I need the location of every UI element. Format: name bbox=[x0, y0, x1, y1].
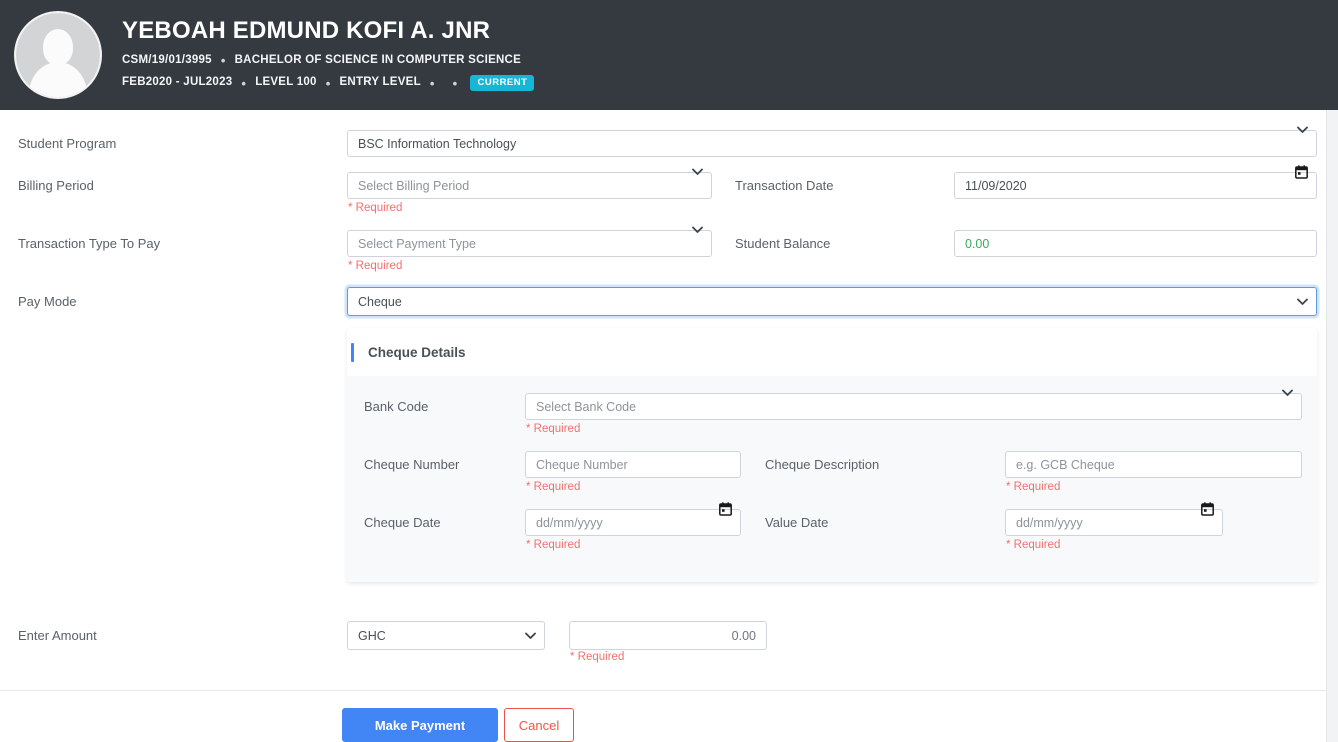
payment-page: YEBOAH EDMUND KOFI A. JNR CSM/19/01/3995… bbox=[0, 0, 1338, 742]
avatar bbox=[14, 11, 102, 99]
form-divider bbox=[0, 690, 1326, 691]
student-entry-level: ENTRY LEVEL bbox=[339, 76, 421, 89]
bank-code-label: Bank Code bbox=[364, 399, 429, 414]
student-program-label: Student Program bbox=[18, 136, 117, 151]
cheque-details-header: Cheque Details bbox=[347, 328, 1317, 376]
value-date-required-text: * Required bbox=[1006, 539, 1061, 551]
student-balance-input[interactable]: 0.00 bbox=[954, 230, 1317, 257]
amount-required-text: * Required bbox=[570, 651, 625, 663]
payment-form: Student Program BSC Information Technolo… bbox=[0, 110, 1326, 742]
bank-code-select[interactable]: Select Bank Code bbox=[525, 393, 1302, 420]
student-level: LEVEL 100 bbox=[255, 76, 317, 89]
bullet-separator-icon: • bbox=[429, 75, 435, 91]
transaction-type-select[interactable]: Select Payment Type bbox=[347, 230, 712, 257]
accent-bar bbox=[351, 342, 354, 362]
cheque-date-input[interactable]: dd/mm/yyyy bbox=[525, 509, 741, 536]
pay-mode-select[interactable]: Cheque bbox=[347, 287, 1317, 316]
cheque-details-card: Cheque Details Bank Code Select Bank Cod… bbox=[347, 328, 1317, 582]
currency-select[interactable]: GHC bbox=[347, 621, 545, 650]
billing-period-required-text: * Required bbox=[348, 202, 403, 214]
transaction-type-required-text: * Required bbox=[348, 260, 403, 272]
cheque-number-required-text: * Required bbox=[526, 481, 581, 493]
cheque-number-label: Cheque Number bbox=[364, 457, 460, 472]
value-date-input[interactable]: dd/mm/yyyy bbox=[1005, 509, 1223, 536]
bullet-separator-icon: • bbox=[452, 75, 458, 91]
cheque-details-title: Cheque Details bbox=[368, 344, 466, 360]
value-date-label: Value Date bbox=[765, 515, 829, 530]
enter-amount-label: Enter Amount bbox=[18, 628, 97, 643]
pay-mode-label: Pay Mode bbox=[18, 294, 77, 309]
student-meta-line-2: FEB2020 - JUL2023 • LEVEL 100 • ENTRY LE… bbox=[122, 75, 535, 91]
student-balance-label: Student Balance bbox=[735, 236, 831, 251]
student-profile-header: YEBOAH EDMUND KOFI A. JNR CSM/19/01/3995… bbox=[0, 0, 1338, 110]
cheque-description-input[interactable]: e.g. GCB Cheque bbox=[1005, 451, 1302, 478]
bullet-separator-icon: • bbox=[241, 75, 247, 91]
billing-period-select[interactable]: Select Billing Period bbox=[347, 172, 712, 199]
avatar-head-shape bbox=[43, 29, 73, 65]
status-badge: CURRENT bbox=[470, 75, 535, 91]
amount-input[interactable]: 0.00 bbox=[569, 621, 767, 650]
billing-period-label: Billing Period bbox=[18, 178, 94, 193]
cheque-description-label: Cheque Description bbox=[765, 457, 880, 472]
bullet-separator-icon: • bbox=[220, 53, 226, 69]
cheque-description-required-text: * Required bbox=[1006, 481, 1061, 493]
cheque-date-required-text: * Required bbox=[526, 539, 581, 551]
transaction-type-label: Transaction Type To Pay bbox=[18, 236, 161, 251]
student-name: YEBOAH EDMUND KOFI A. JNR bbox=[122, 17, 491, 45]
bank-code-required-text: * Required bbox=[526, 423, 581, 435]
student-program-name: BACHELOR OF SCIENCE IN COMPUTER SCIENCE bbox=[234, 54, 522, 66]
make-payment-button[interactable]: Make Payment bbox=[342, 708, 498, 742]
student-program-select[interactable]: BSC Information Technology bbox=[347, 130, 1317, 157]
student-identity-block: YEBOAH EDMUND KOFI A. JNR CSM/19/01/3995… bbox=[122, 17, 535, 91]
cheque-date-label: Cheque Date bbox=[364, 515, 441, 530]
bullet-separator-icon: • bbox=[325, 75, 331, 91]
transaction-date-label: Transaction Date bbox=[735, 178, 834, 193]
cheque-number-input[interactable]: Cheque Number bbox=[525, 451, 741, 478]
student-meta-line-1: CSM/19/01/3995 • BACHELOR OF SCIENCE IN … bbox=[122, 54, 534, 67]
page-gutter bbox=[1326, 110, 1338, 742]
student-id: CSM/19/01/3995 bbox=[122, 54, 212, 66]
student-period: FEB2020 - JUL2023 bbox=[122, 76, 233, 89]
transaction-date-input[interactable]: 11/09/2020 bbox=[954, 172, 1317, 199]
cancel-button[interactable]: Cancel bbox=[504, 708, 574, 742]
